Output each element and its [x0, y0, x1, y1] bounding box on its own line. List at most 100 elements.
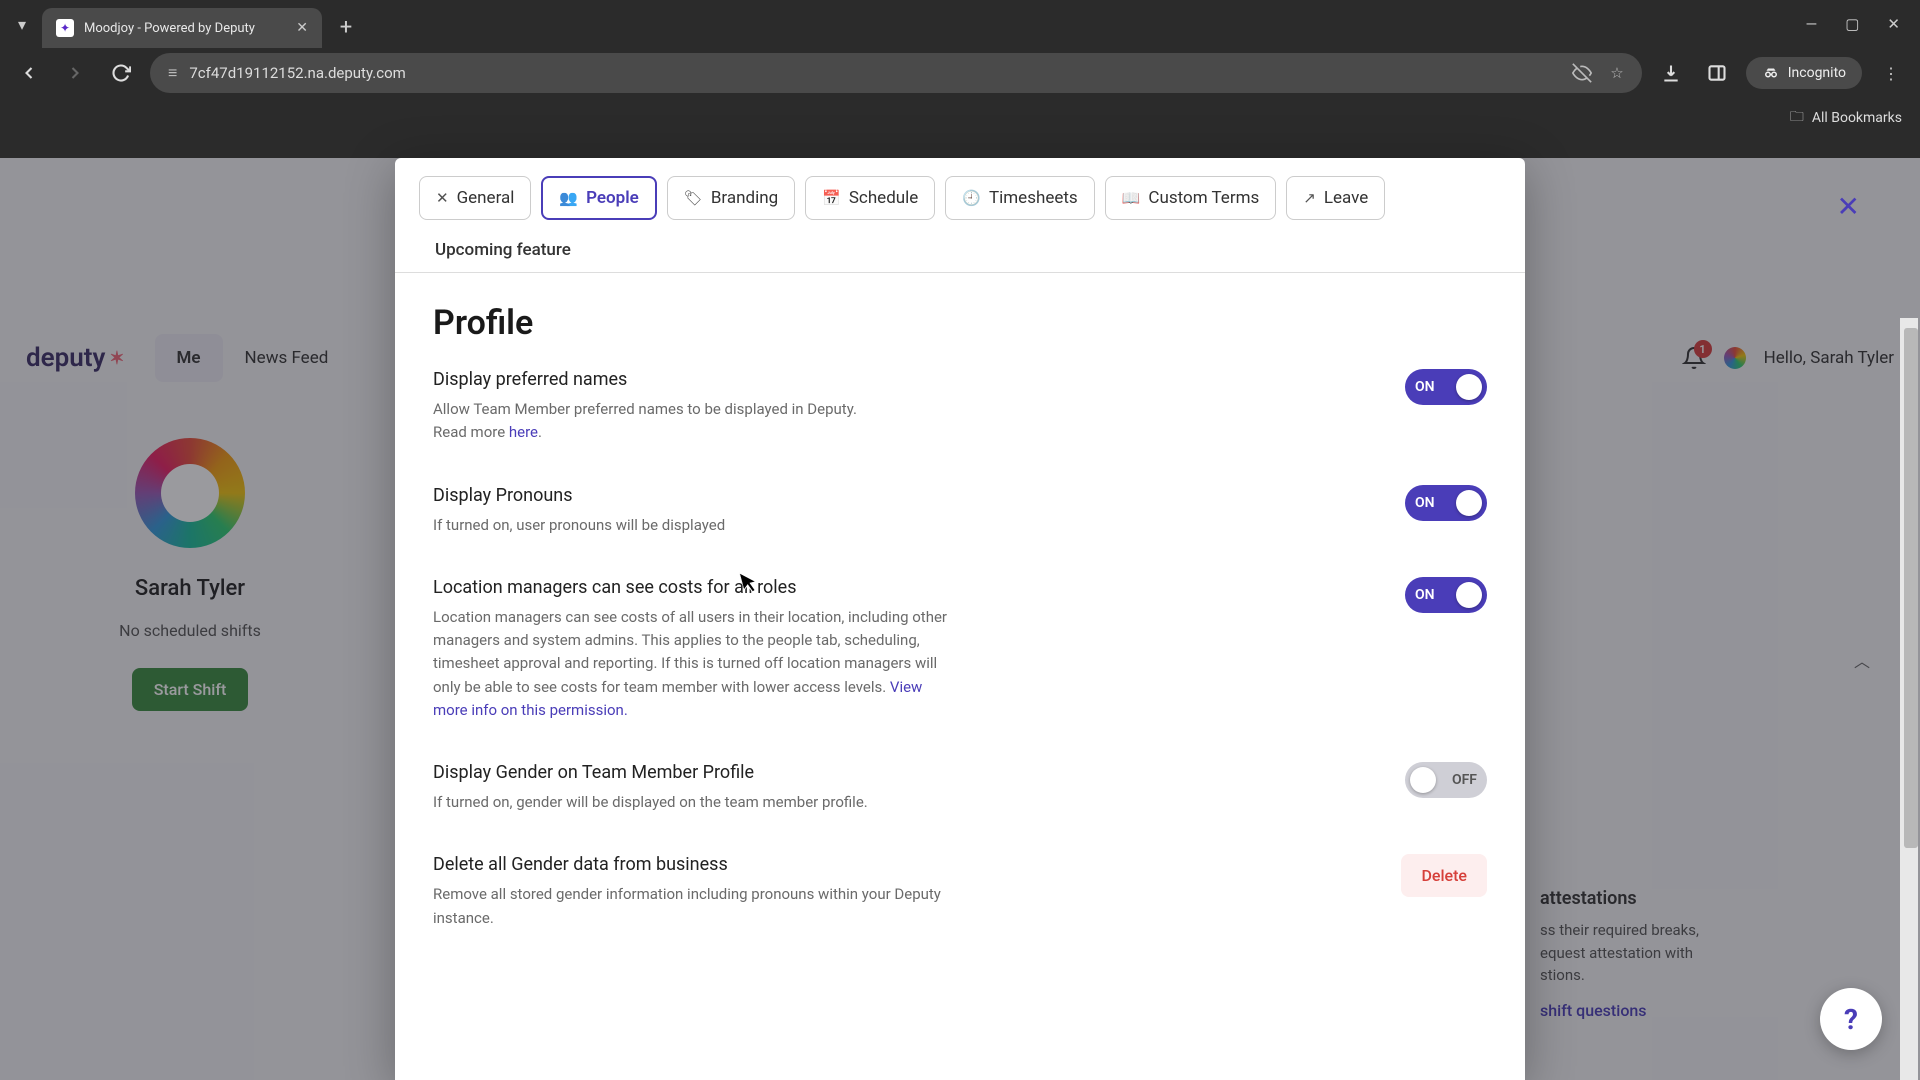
address-row: ≡ 7cf47d19112152.na.deputy.com ☆ Incogni…	[0, 48, 1920, 98]
settings-modal: ✕ General 👥 People 🏷Branding 📅 Schedule 🕘 Ti…	[395, 158, 1525, 1080]
tab-timesheets-label: Timesheets	[989, 188, 1078, 208]
incognito-indicator[interactable]: Incognito	[1746, 57, 1862, 89]
scrollbar-thumb[interactable]	[1904, 328, 1918, 848]
settings-tabs: ✕ General 👥 People 🏷Branding 📅 Schedule 🕘 Ti…	[395, 158, 1525, 273]
setting-text: Location managers can see costs for all …	[433, 577, 953, 722]
desc-text: Location managers can see costs of all u…	[433, 608, 947, 696]
delete-gender-button[interactable]: Delete	[1401, 854, 1487, 897]
incognito-label: Incognito	[1788, 65, 1846, 81]
tab-close-icon[interactable]: ✕	[296, 20, 308, 36]
setting-preferred-names: Display preferred names Allow Team Membe…	[433, 369, 1487, 445]
site-settings-icon[interactable]: ≡	[168, 63, 177, 83]
readmore-prefix: Read more	[433, 423, 509, 441]
new-tab-button[interactable]: +	[330, 15, 362, 40]
tab-general-label: General	[457, 188, 515, 208]
tab-bar: ▾ ✦ Moodjoy - Powered by Deputy ✕ + — ▢ …	[0, 0, 1920, 48]
tab-leave-label: Leave	[1324, 188, 1368, 208]
all-bookmarks-label: All Bookmarks	[1812, 110, 1902, 126]
tab-list-dropdown[interactable]: ▾	[10, 12, 34, 36]
section-title: Profile	[433, 303, 1487, 343]
bookmarks-bar: 🗀 All Bookmarks	[0, 98, 1920, 140]
eye-off-icon[interactable]	[1572, 63, 1592, 83]
all-bookmarks-link[interactable]: 🗀 All Bookmarks	[1790, 106, 1902, 130]
browser-tab[interactable]: ✦ Moodjoy - Powered by Deputy ✕	[42, 8, 322, 48]
tab-general[interactable]: ✕ General	[419, 176, 531, 220]
close-window-icon[interactable]: ✕	[1887, 15, 1900, 33]
exit-icon: ↗	[1303, 189, 1316, 207]
setting-display-gender: Display Gender on Team Member Profile If…	[433, 762, 1487, 814]
toggle-display-gender[interactable]: OFF	[1405, 762, 1487, 798]
toggle-knob	[1456, 374, 1482, 400]
toggle-label: ON	[1415, 379, 1435, 395]
setting-text: Display preferred names Allow Team Membe…	[433, 369, 857, 445]
book-icon: 📖	[1122, 189, 1141, 207]
modal-body: Profile Display preferred names Allow Te…	[395, 273, 1525, 1055]
setting-label: Display Pronouns	[433, 485, 725, 506]
toggle-knob	[1410, 767, 1436, 793]
toggle-label: ON	[1415, 495, 1435, 511]
tab-people[interactable]: 👥 People	[541, 176, 656, 220]
tab-title: Moodjoy - Powered by Deputy	[84, 21, 286, 36]
setting-label: Location managers can see costs for all …	[433, 577, 953, 598]
toggle-knob	[1456, 582, 1482, 608]
favicon-icon: ✦	[56, 19, 74, 37]
setting-desc: If turned on, gender will be displayed o…	[433, 791, 868, 814]
toggle-label: OFF	[1452, 772, 1477, 788]
tools-icon: ✕	[436, 189, 449, 207]
tab-schedule[interactable]: 📅 Schedule	[805, 176, 935, 220]
browser-menu-icon[interactable]: ⋮	[1874, 56, 1908, 90]
people-icon: 👥	[559, 189, 578, 207]
setting-label: Display preferred names	[433, 369, 857, 390]
tab-leave[interactable]: ↗ Leave	[1286, 176, 1385, 220]
toggle-knob	[1456, 490, 1482, 516]
tab-branding-label: Branding	[711, 188, 778, 208]
setting-desc: If turned on, user pronouns will be disp…	[433, 514, 725, 537]
tab-people-label: People	[586, 188, 639, 208]
downloads-icon[interactable]	[1654, 56, 1688, 90]
window-controls: — ▢ ✕	[1806, 15, 1910, 33]
setting-text: Display Pronouns If turned on, user pron…	[433, 485, 725, 537]
setting-label: Display Gender on Team Member Profile	[433, 762, 868, 783]
maximize-icon[interactable]: ▢	[1845, 15, 1859, 33]
reload-button[interactable]	[104, 56, 138, 90]
setting-label: Delete all Gender data from business	[433, 854, 953, 875]
readmore-link[interactable]: here	[509, 423, 538, 441]
tab-timesheets[interactable]: 🕘 Timesheets	[945, 176, 1094, 220]
toggle-preferred-names[interactable]: ON	[1405, 369, 1487, 405]
calendar-icon: 📅	[822, 189, 841, 207]
folder-icon: 🗀	[1790, 106, 1804, 130]
toggle-pronouns[interactable]: ON	[1405, 485, 1487, 521]
setting-text: Delete all Gender data from business Rem…	[433, 854, 953, 930]
address-bar[interactable]: ≡ 7cf47d19112152.na.deputy.com ☆	[150, 53, 1642, 93]
toggle-location-costs[interactable]: ON	[1405, 577, 1487, 613]
setting-desc: Remove all stored gender information inc…	[433, 883, 953, 930]
setting-pronouns: Display Pronouns If turned on, user pron…	[433, 485, 1487, 537]
side-panel-icon[interactable]	[1700, 56, 1734, 90]
setting-delete-gender: Delete all Gender data from business Rem…	[433, 854, 1487, 930]
browser-chrome: ▾ ✦ Moodjoy - Powered by Deputy ✕ + — ▢ …	[0, 0, 1920, 140]
incognito-icon	[1762, 64, 1780, 82]
question-icon: ?	[1844, 1003, 1858, 1036]
minimize-icon[interactable]: —	[1806, 15, 1818, 33]
url-text: 7cf47d19112152.na.deputy.com	[189, 64, 1560, 82]
address-right: ☆	[1572, 63, 1623, 83]
setting-desc: Location managers can see costs of all u…	[433, 606, 953, 722]
bookmark-star-icon[interactable]: ☆	[1610, 64, 1623, 82]
setting-desc: Allow Team Member preferred names to be …	[433, 398, 857, 445]
forward-button[interactable]	[58, 56, 92, 90]
clock-icon: 🕘	[962, 189, 981, 207]
modal-close-icon[interactable]: ✕	[1837, 190, 1860, 223]
tab-custom-terms[interactable]: 📖 Custom Terms	[1105, 176, 1277, 220]
readmore-suffix: .	[538, 423, 542, 441]
desc-text: Allow Team Member preferred names to be …	[433, 400, 857, 418]
tab-upcoming-feature[interactable]: Upcoming feature	[419, 230, 587, 272]
setting-location-costs: Location managers can see costs for all …	[433, 577, 1487, 722]
back-button[interactable]	[12, 56, 46, 90]
help-fab[interactable]: ?	[1820, 988, 1882, 1050]
tab-schedule-label: Schedule	[849, 188, 918, 208]
toggle-label: ON	[1415, 587, 1435, 603]
tab-custom-terms-label: Custom Terms	[1148, 188, 1259, 208]
tab-upcoming-label: Upcoming feature	[435, 240, 571, 260]
setting-text: Display Gender on Team Member Profile If…	[433, 762, 868, 814]
tab-branding[interactable]: 🏷Branding	[667, 176, 795, 220]
